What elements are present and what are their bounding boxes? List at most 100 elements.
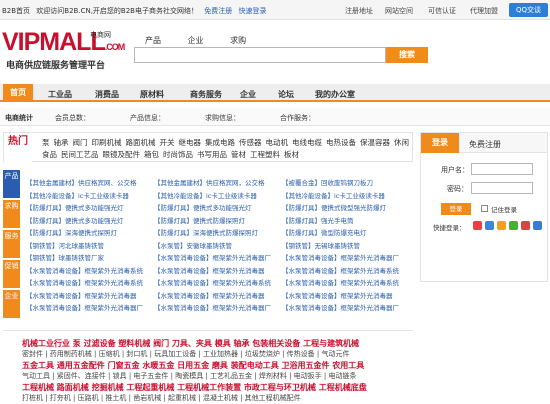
product-link[interactable]: 【防爆灯具】便携式多功能强光灯 xyxy=(154,202,282,212)
product-link[interactable]: 【水泵管】安徽球墨铸铁管 xyxy=(154,240,282,250)
tab-companies[interactable]: 企业 xyxy=(3,290,20,318)
top-link-4[interactable]: 代理加盟 xyxy=(470,6,498,16)
hot-item[interactable]: 继电器 xyxy=(179,138,202,147)
hot-item[interactable]: 保温容器 xyxy=(360,138,390,147)
hot-item[interactable]: 泵 xyxy=(42,138,50,147)
product-link[interactable]: 【水泵管消毒设备】框架紫外光消毒器 xyxy=(282,290,410,300)
top-link-3[interactable]: 可信认证 xyxy=(428,6,456,16)
hot-item[interactable]: 时尚饰品 xyxy=(163,150,193,159)
password-field[interactable] xyxy=(471,182,533,194)
product-link[interactable]: 【钢铁管】球墨铸铁管厂家 xyxy=(26,252,154,262)
product-link[interactable]: 【其他冷能设备】ic卡工业级读卡器 xyxy=(26,190,154,200)
nav-industrial[interactable]: 工业品 xyxy=(48,89,72,100)
search-input[interactable] xyxy=(134,47,386,63)
register-link[interactable]: 免费注册 xyxy=(204,7,232,15)
nav-materials[interactable]: 原材料 xyxy=(140,89,164,100)
category-items[interactable]: 气动工具 | 紧固件、连接件 | 锁具 | 电子五金件 | 陶瓷模具 | 工艺礼… xyxy=(22,371,412,382)
renren-icon[interactable] xyxy=(521,221,530,230)
category-heading[interactable]: 工程机械 路面机械 挖掘机械 工程起重机械 工程机械工作装置 市政工程与环卫机械… xyxy=(22,382,412,393)
product-link[interactable]: 【水泵管消毒设备】框架紫外光消毒系统 xyxy=(154,277,282,287)
nav-home[interactable]: 首页 xyxy=(3,84,33,102)
qq-chat-button[interactable]: QQ交谈 xyxy=(509,3,548,17)
product-link[interactable]: 【水泵管消毒设备】框架紫外光消毒器 xyxy=(154,290,282,300)
hot-item[interactable]: 民间工艺品 xyxy=(61,150,99,159)
product-link[interactable]: 【其他冷能设备】ic卡工业级读卡器 xyxy=(154,190,282,200)
search-tab-product[interactable]: 产品 xyxy=(145,36,161,45)
login-button[interactable]: 登录 xyxy=(441,203,471,215)
product-link[interactable]: 【水泵管消毒设备】框架紫外光消毒系统 xyxy=(282,265,410,275)
product-link[interactable]: 【防爆灯具】微型防爆充电灯 xyxy=(282,227,410,237)
hot-item[interactable]: 开关 xyxy=(160,138,175,147)
product-link[interactable]: 【水泵管消毒设备】框架紫外光消毒器厂 xyxy=(154,252,282,262)
nav-company[interactable]: 企业 xyxy=(240,89,256,100)
nav-services[interactable]: 商务服务 xyxy=(190,89,222,100)
weibo-icon[interactable] xyxy=(473,221,482,230)
qq-icon[interactable] xyxy=(485,221,494,230)
login-link[interactable]: 快速登录 xyxy=(238,7,266,15)
hot-item[interactable]: 电线电缆 xyxy=(292,138,322,147)
hot-item[interactable]: 电热设备 xyxy=(326,138,356,147)
product-link[interactable]: 【防爆灯具】便携式防爆探照灯 xyxy=(154,215,282,225)
product-link[interactable]: 【水泵管消毒设备】框架紫外光消毒器厂 xyxy=(282,252,410,262)
hot-item[interactable]: 轴承 xyxy=(54,138,69,147)
remember-checkbox[interactable] xyxy=(481,205,488,212)
login-tab[interactable]: 登录 xyxy=(421,133,459,153)
product-link[interactable]: 【防爆灯具】便携式多功能强光灯 xyxy=(26,215,154,225)
product-link[interactable]: 【其他金属建材】供应格宾网、公交格 xyxy=(26,177,154,187)
hot-item[interactable]: 阀门 xyxy=(73,138,88,147)
wechat-icon[interactable] xyxy=(509,221,518,230)
search-tab-buy[interactable]: 求购 xyxy=(230,36,246,45)
site-home-link[interactable]: B2B首页 xyxy=(2,7,30,15)
hot-item[interactable]: 眼镜及配件 xyxy=(103,150,141,159)
product-link[interactable]: 【其他冷能设备】ic卡工业级读卡器 xyxy=(282,190,410,200)
hot-item[interactable]: 箱包 xyxy=(144,150,159,159)
hot-item[interactable]: 工程塑料 xyxy=(250,150,280,159)
nav-consumer[interactable]: 消费品 xyxy=(95,89,119,100)
tab-promo[interactable]: 促销 xyxy=(3,260,20,288)
baidu-icon[interactable] xyxy=(533,221,542,230)
hot-item[interactable]: 板材 xyxy=(284,150,299,159)
top-link-2[interactable]: 网站空间 xyxy=(385,6,413,16)
section-divider xyxy=(3,330,413,331)
search-button[interactable]: 搜索 xyxy=(386,47,428,63)
tab-buy[interactable]: 求购 xyxy=(3,200,20,228)
category-heading[interactable]: 机械工业行业 泵 过滤设备 塑料机械 阀门 刀具、夹具 模具 轴承 包装相关设备… xyxy=(22,338,412,349)
category-items[interactable]: 打桩机 | 打夯机 | 压路机 | 推土机 | 凿岩机械 | 起重机械 | 混凝… xyxy=(22,393,412,404)
hot-item[interactable]: 路面机械 xyxy=(126,138,156,147)
product-link[interactable]: 【防爆灯具】便携式多功能强光灯 xyxy=(26,202,154,212)
product-link[interactable]: 【防爆灯具】便携式微型强光防爆灯 xyxy=(282,202,410,212)
search-tab-company[interactable]: 企业 xyxy=(188,36,204,45)
nav-office[interactable]: 我的办公室 xyxy=(315,89,355,100)
product-link[interactable]: 【防爆灯具】深海便携式防爆探照灯 xyxy=(154,227,282,237)
product-link[interactable]: 【水泵管消毒设备】框架紫外光消毒系统 xyxy=(26,277,154,287)
product-link[interactable]: 【被覆合金】回收废钨钢刀板刀 xyxy=(282,177,410,187)
hot-item[interactable]: 书写用品 xyxy=(197,150,227,159)
username-field[interactable] xyxy=(471,163,533,175)
product-link[interactable]: 【水泵管消毒设备】框架紫外光消毒器厂 xyxy=(282,302,410,312)
product-link[interactable]: 【水泵管消毒设备】框架紫外光消毒器厂 xyxy=(154,302,282,312)
tab-products[interactable]: 产品 xyxy=(3,170,20,198)
product-link[interactable]: 【钢铁管】无锡球墨铸铁管 xyxy=(282,240,410,250)
product-link[interactable]: 【其他金属建材】供应格宾网，公交格 xyxy=(154,177,282,187)
hot-item[interactable]: 集成电路 xyxy=(205,138,235,147)
taobao-icon[interactable] xyxy=(497,221,506,230)
top-bar: B2B首页 欢迎访问B2B.CN,开启您的B2B电子商务社交网络！ 免费注册 快… xyxy=(0,0,550,20)
product-link[interactable]: 【钢铁管】河北球墨铸铁管 xyxy=(26,240,154,250)
hot-item[interactable]: 管材 xyxy=(231,150,246,159)
hot-item[interactable]: 印刷机械 xyxy=(92,138,122,147)
product-link[interactable]: 【水泵管消毒设备】框架紫外光消毒器 xyxy=(154,265,282,275)
nav-forum[interactable]: 论坛 xyxy=(278,89,294,100)
product-link[interactable]: 【水泵管消毒设备】框架紫外光消毒器 xyxy=(26,290,154,300)
hot-item[interactable]: 传感器 xyxy=(239,138,262,147)
product-link[interactable]: 【防爆灯具】深海便携式探照灯 xyxy=(26,227,154,237)
category-heading[interactable]: 五金工具 通用五金配件 门窗五金 水暖五金 日用五金 磨具 装配电动工具 卫浴用… xyxy=(22,360,412,371)
top-link-1[interactable]: 注册地址 xyxy=(345,6,373,16)
product-link[interactable]: 【水泵管消毒设备】框架紫外光消毒系统 xyxy=(282,277,410,287)
hot-item[interactable]: 电动机 xyxy=(266,138,289,147)
tab-services[interactable]: 服务 xyxy=(3,230,20,258)
product-link[interactable]: 【水泵管消毒设备】框架紫外光消毒器厂 xyxy=(26,302,154,312)
category-items[interactable]: 密封件 | 药用制药机械 | 压缩机 | 封口机 | 玩具加工设备 | 工业加热… xyxy=(22,349,412,360)
product-link[interactable]: 【防爆灯具】强光手电筒 xyxy=(282,215,410,225)
register-tab[interactable]: 免费注册 xyxy=(469,139,501,150)
product-link[interactable]: 【水泵管消毒设备】框架紫外光消毒系统 xyxy=(26,265,154,275)
